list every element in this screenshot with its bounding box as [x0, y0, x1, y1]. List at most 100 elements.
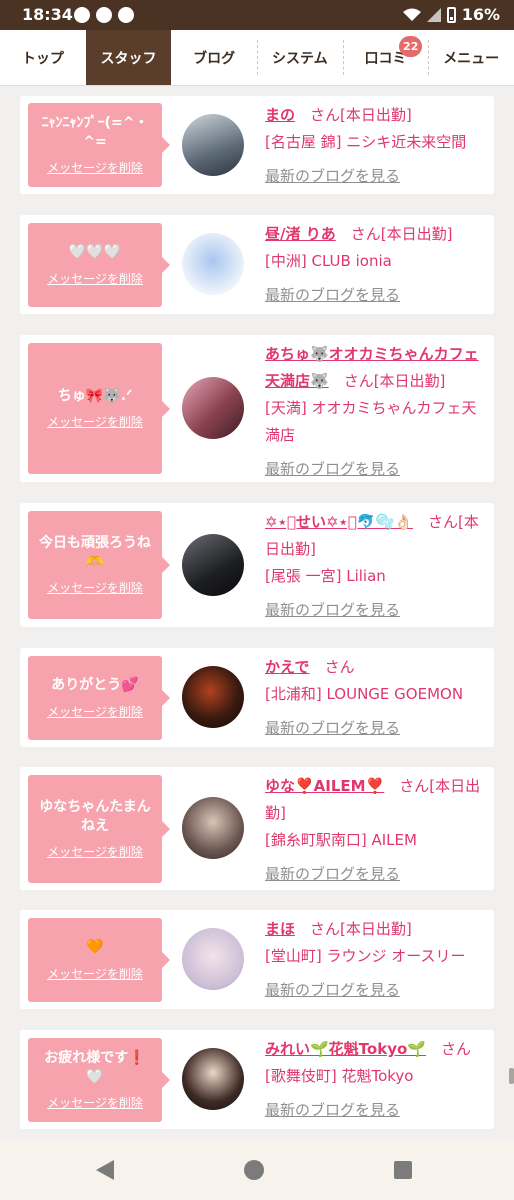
latest-blog-link[interactable]: 最新のブログを見る [265, 163, 400, 190]
staff-name-link[interactable]: みれい🌱花魁Tokyo🌱 [265, 1040, 426, 1058]
tab-blog[interactable]: ブログ [171, 30, 257, 85]
list-item: 🧡 メッセージを削除 まほ さん[本日出勤] [堂山町] ラウンジ オースリー … [20, 910, 494, 1009]
delete-message-link[interactable]: メッセージを削除 [47, 270, 143, 287]
signal-icon [426, 7, 441, 22]
staff-status: さん [324, 658, 355, 676]
staff-info: 昼/渚 りあ さん[本日出勤] [中洲] CLUB ionia 最新のブログを見… [265, 221, 487, 309]
staff-message-list: ﾆｬﾝﾆｬﾝﾌﾟｰ(=^・^= メッセージを削除 まの さん[本日出勤] [名古… [0, 86, 514, 1140]
staff-status: さん[本日出勤] [350, 225, 453, 243]
staff-info: あちゅ🐺オオカミちゃんカフェ天満店🐺 さん[本日出勤] [天満] オオカミちゃん… [265, 341, 487, 483]
notification-icons [74, 7, 134, 23]
recent-apps-icon[interactable] [394, 1161, 412, 1179]
message-bubble: ちゅ🎀🐺.ᐟ メッセージを削除 [28, 343, 170, 474]
tab-system[interactable]: システム [257, 30, 343, 85]
battery-icon [446, 6, 456, 23]
message-bubble: 🧡 メッセージを削除 [28, 918, 170, 1002]
latest-blog-link[interactable]: 最新のブログを見る [265, 977, 400, 1004]
delete-message-link[interactable]: メッセージを削除 [47, 703, 143, 720]
message-text: ゆなちゃんたまんねえ [39, 798, 151, 834]
staff-status: さん[本日出勤] [310, 106, 412, 124]
list-item: ゆなちゃんたまんねえ メッセージを削除 ゆな❣️AILEM❣️ さん[本日出勤]… [20, 767, 494, 890]
staff-status: さん [440, 1040, 471, 1058]
latest-blog-link[interactable]: 最新のブログを見る [265, 861, 400, 888]
message-text: 🧡 [86, 939, 104, 956]
avatar[interactable] [182, 534, 244, 596]
avatar[interactable] [182, 797, 244, 859]
tab-reviews[interactable]: 口コミ 22 [342, 30, 429, 85]
staff-name-link[interactable]: ゆな❣️AILEM❣️ [265, 777, 384, 795]
shop-name: [錦糸町駅南口] AILEM [265, 831, 417, 849]
shop-name: [天満] オオカミちゃんカフェ天満店 [265, 399, 477, 444]
facebook-icon [74, 7, 90, 23]
delete-message-link[interactable]: メッセージを削除 [47, 159, 143, 176]
avatar[interactable] [182, 928, 244, 990]
list-item: ありがとう💕 メッセージを削除 かえで さん [北浦和] LOUNGE GOEM… [20, 648, 494, 747]
latest-blog-link[interactable]: 最新のブログを見る [265, 456, 400, 483]
back-icon[interactable] [96, 1160, 114, 1180]
message-bubble: ﾆｬﾝﾆｬﾝﾌﾟｰ(=^・^= メッセージを削除 [28, 103, 170, 187]
latest-blog-link[interactable]: 最新のブログを見る [265, 715, 400, 742]
message-text: 今日も頑張ろうね🫶 [39, 534, 151, 570]
avatar[interactable] [182, 1048, 244, 1110]
staff-status: さん[本日出勤] [343, 372, 446, 390]
avatar[interactable] [182, 377, 244, 439]
delete-message-link[interactable]: メッセージを削除 [47, 965, 143, 982]
message-bubble: ゆなちゃんたまんねえ メッセージを削除 [28, 775, 170, 883]
message-text: ちゅ🎀🐺.ᐟ [57, 387, 133, 404]
avatar[interactable] [182, 666, 244, 728]
message-text: ありがとう💕 [51, 677, 139, 694]
delete-message-link[interactable]: メッセージを削除 [47, 579, 143, 596]
shop-name: [名古屋 錦] ニシキ近未来空間 [265, 133, 467, 151]
latest-blog-link[interactable]: 最新のブログを見る [265, 597, 400, 624]
messenger-icon [118, 7, 134, 23]
staff-name-link[interactable]: かえで [265, 658, 310, 676]
circle-app-icon [96, 7, 112, 23]
staff-info: かえで さん [北浦和] LOUNGE GOEMON 最新のブログを見る [265, 654, 487, 742]
status-bar: 18:34 16% [0, 0, 514, 30]
shop-name: [北浦和] LOUNGE GOEMON [265, 685, 464, 703]
list-item: ﾆｬﾝﾆｬﾝﾌﾟｰ(=^・^= メッセージを削除 まの さん[本日出勤] [名古… [20, 96, 494, 194]
tab-label: メニュー [443, 50, 500, 67]
delete-message-link[interactable]: メッセージを削除 [47, 843, 143, 860]
message-text: ﾆｬﾝﾆｬﾝﾌﾟｰ(=^・^= [41, 114, 149, 150]
system-icons: 16% [402, 5, 500, 24]
staff-info: まほ さん[本日出勤] [堂山町] ラウンジ オースリー 最新のブログを見る [265, 916, 487, 1004]
staff-name-link[interactable]: ✡︎⋆͛せい✡︎⋆͛🐬🫧👌🏻 [265, 513, 413, 531]
home-icon[interactable] [244, 1160, 264, 1180]
tab-top[interactable]: トップ [0, 30, 86, 85]
scrollbar[interactable] [509, 1068, 514, 1084]
review-count-badge: 22 [399, 36, 423, 57]
message-bubble: ありがとう💕 メッセージを削除 [28, 656, 170, 740]
latest-blog-link[interactable]: 最新のブログを見る [265, 282, 400, 309]
tab-menu[interactable]: メニュー [428, 30, 514, 85]
shop-name: [堂山町] ラウンジ オースリー [265, 947, 466, 965]
navigation-bar [0, 1140, 514, 1200]
shop-name: [歌舞伎町] 花魁Tokyo [265, 1067, 414, 1085]
tab-label: システム [272, 50, 328, 67]
staff-info: ✡︎⋆͛せい✡︎⋆͛🐬🫧👌🏻 さん[本日出勤] [尾張 一宮] Lilian 最… [265, 509, 487, 624]
tab-label: トップ [21, 50, 64, 67]
staff-status: さん[本日出勤] [310, 920, 412, 938]
main-tabs: トップ スタッフ ブログ システム 口コミ 22 メニュー [0, 30, 514, 86]
list-item: 🤍🤍🤍 メッセージを削除 昼/渚 りあ さん[本日出勤] [中洲] CLUB i… [20, 215, 494, 314]
tab-staff[interactable]: スタッフ [85, 30, 172, 85]
message-bubble: お疲れ様です❗️🤍 メッセージを削除 [28, 1038, 170, 1122]
latest-blog-link[interactable]: 最新のブログを見る [265, 1097, 400, 1124]
staff-info: ゆな❣️AILEM❣️ さん[本日出勤] [錦糸町駅南口] AILEM 最新のブ… [265, 773, 487, 888]
staff-name-link[interactable]: 昼/渚 りあ [265, 225, 336, 243]
message-bubble: 🤍🤍🤍 メッセージを削除 [28, 223, 170, 307]
staff-name-link[interactable]: まの [265, 106, 295, 124]
status-time: 18:34 [22, 5, 73, 24]
list-item: 今日も頑張ろうね🫶 メッセージを削除 ✡︎⋆͛せい✡︎⋆͛🐬🫧👌🏻 さん[本日出… [20, 503, 494, 627]
battery-percent: 16% [461, 5, 500, 24]
message-text: 🤍🤍🤍 [68, 244, 122, 261]
avatar[interactable] [182, 233, 244, 295]
shop-name: [尾張 一宮] Lilian [265, 567, 386, 585]
message-bubble: 今日も頑張ろうね🫶 メッセージを削除 [28, 511, 170, 619]
staff-name-link[interactable]: まほ [265, 920, 295, 938]
avatar[interactable] [182, 114, 244, 176]
staff-info: まの さん[本日出勤] [名古屋 錦] ニシキ近未来空間 最新のブログを見る [265, 102, 487, 190]
list-item: ちゅ🎀🐺.ᐟ メッセージを削除 あちゅ🐺オオカミちゃんカフェ天満店🐺 さん[本日… [20, 335, 494, 482]
delete-message-link[interactable]: メッセージを削除 [47, 1094, 143, 1111]
delete-message-link[interactable]: メッセージを削除 [47, 413, 143, 430]
